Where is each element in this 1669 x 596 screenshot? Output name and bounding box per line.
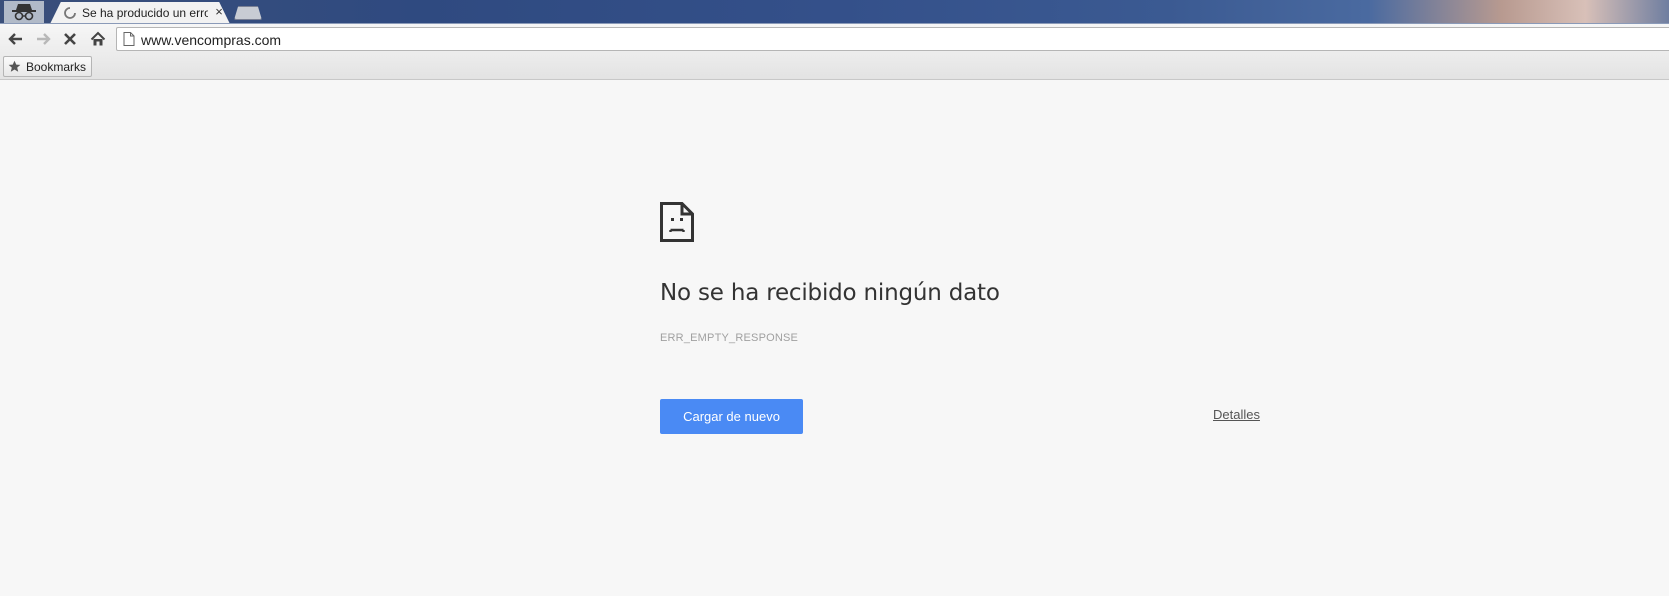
stop-button[interactable]	[59, 28, 81, 50]
tab-active[interactable]: Se ha producido un error ×	[50, 2, 230, 24]
tab-strip: Se ha producido un error ×	[0, 0, 1669, 24]
loading-spinner-icon	[64, 7, 76, 19]
page-icon	[123, 32, 135, 46]
stop-icon	[64, 33, 76, 45]
reload-button[interactable]: Cargar de nuevo	[660, 399, 803, 434]
bookmarks-label: Bookmarks	[26, 59, 87, 74]
bookmarks-bar: Bookmarks	[0, 54, 1669, 80]
home-button[interactable]	[87, 28, 109, 50]
forward-arrow-icon	[37, 33, 51, 45]
url-input[interactable]	[141, 31, 941, 49]
sad-document-icon	[660, 202, 694, 242]
tab-title: Se ha producido un error	[82, 6, 208, 20]
address-bar[interactable]	[116, 27, 1669, 51]
error-code: ERR_EMPTY_RESPONSE	[660, 332, 799, 344]
tab-close-button[interactable]: ×	[212, 5, 226, 19]
forward-button[interactable]	[32, 28, 54, 50]
home-icon	[90, 31, 106, 46]
back-button[interactable]	[5, 28, 27, 50]
incognito-icon	[4, 1, 44, 23]
error-heading: No se ha recibido ningún dato	[660, 280, 1000, 306]
details-link[interactable]: Detalles	[1213, 407, 1260, 422]
star-icon	[8, 60, 21, 72]
error-page: No se ha recibido ningún dato ERR_EMPTY_…	[0, 81, 1669, 596]
back-arrow-icon	[8, 33, 22, 45]
bookmarks-button[interactable]: Bookmarks	[3, 56, 93, 77]
new-tab-button[interactable]	[234, 6, 262, 20]
toolbar	[0, 24, 1669, 54]
